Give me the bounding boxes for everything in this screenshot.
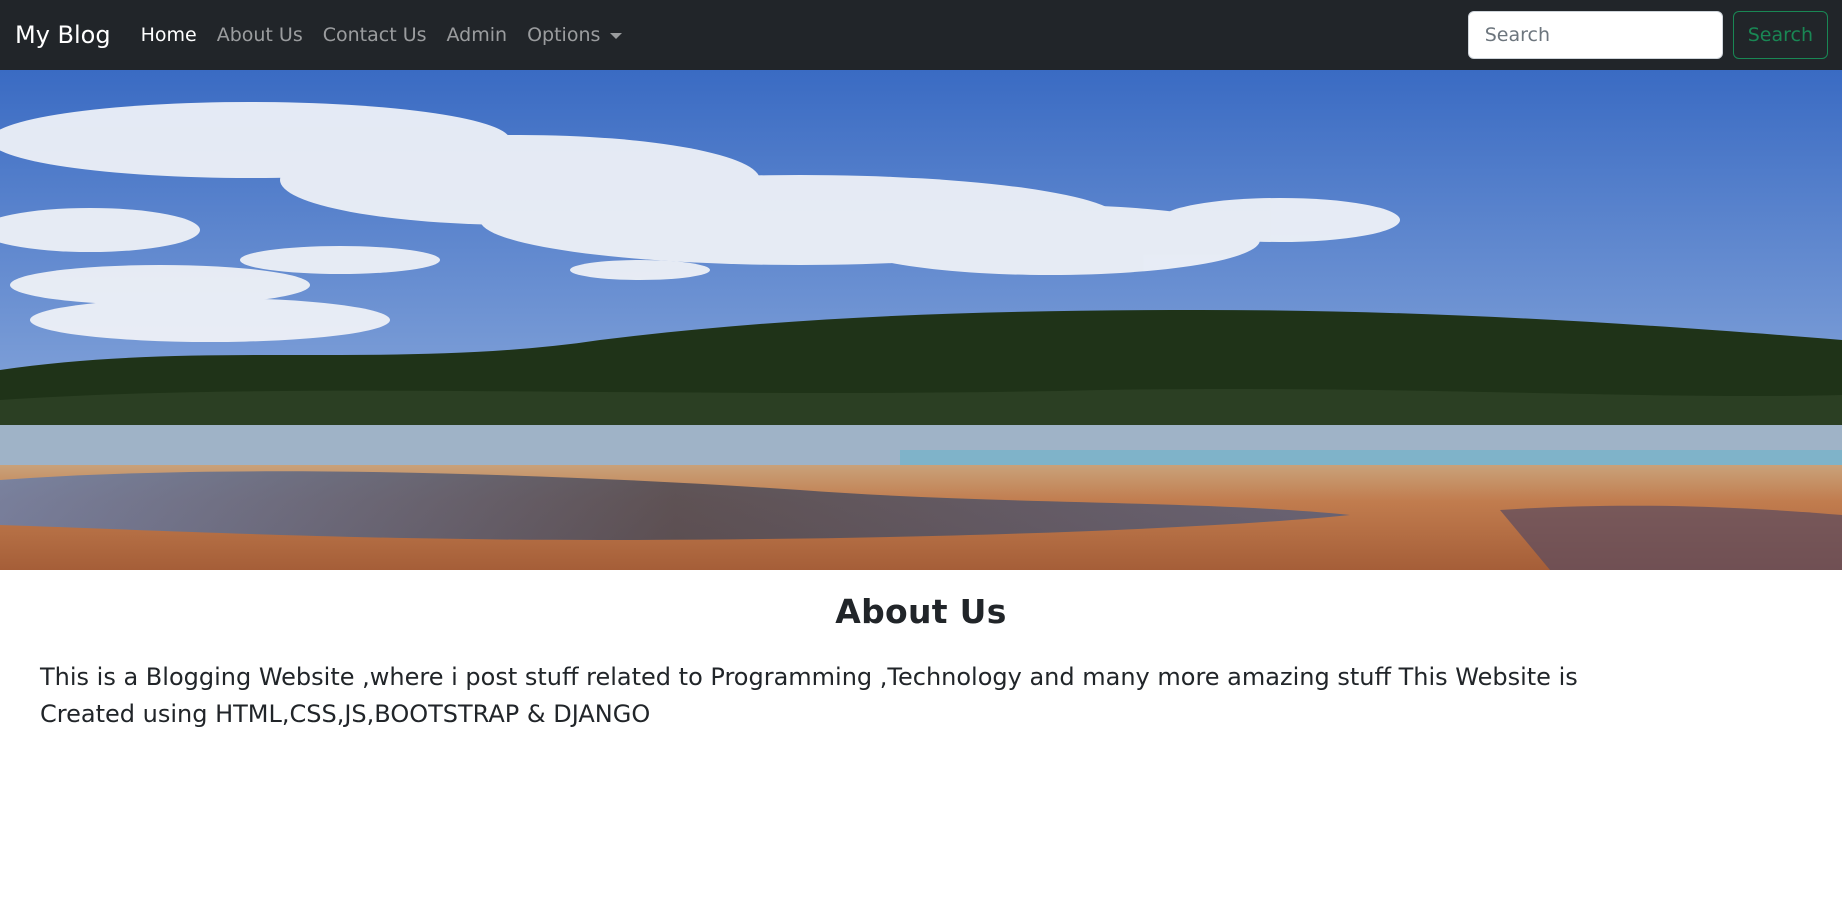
nav-link-home[interactable]: Home	[141, 24, 197, 46]
navbar: My Blog Home About Us Contact Us Admin O…	[0, 0, 1842, 70]
options-dropdown-label: Options	[527, 24, 601, 46]
search-form: Search	[1467, 11, 1828, 59]
caret-down-icon	[610, 33, 623, 39]
about-description: This is a Blogging Website ,where i post…	[40, 663, 1578, 728]
search-button[interactable]: Search	[1732, 11, 1828, 59]
search-input[interactable]	[1467, 11, 1723, 59]
nav-link-about-us[interactable]: About Us	[217, 24, 303, 46]
landscape-illustration	[0, 70, 1842, 570]
options-dropdown[interactable]: Options	[527, 24, 623, 46]
brand-link[interactable]: My Blog	[15, 21, 111, 49]
hero-image	[0, 70, 1842, 570]
nav-link-admin[interactable]: Admin	[447, 24, 508, 46]
nav-link-contact-us[interactable]: Contact Us	[323, 24, 427, 46]
main-content: About Us This is a Blogging Website ,whe…	[0, 592, 1842, 733]
page-title: About Us	[835, 592, 1007, 631]
nav-links: Home About Us Contact Us Admin Options	[141, 24, 1468, 46]
